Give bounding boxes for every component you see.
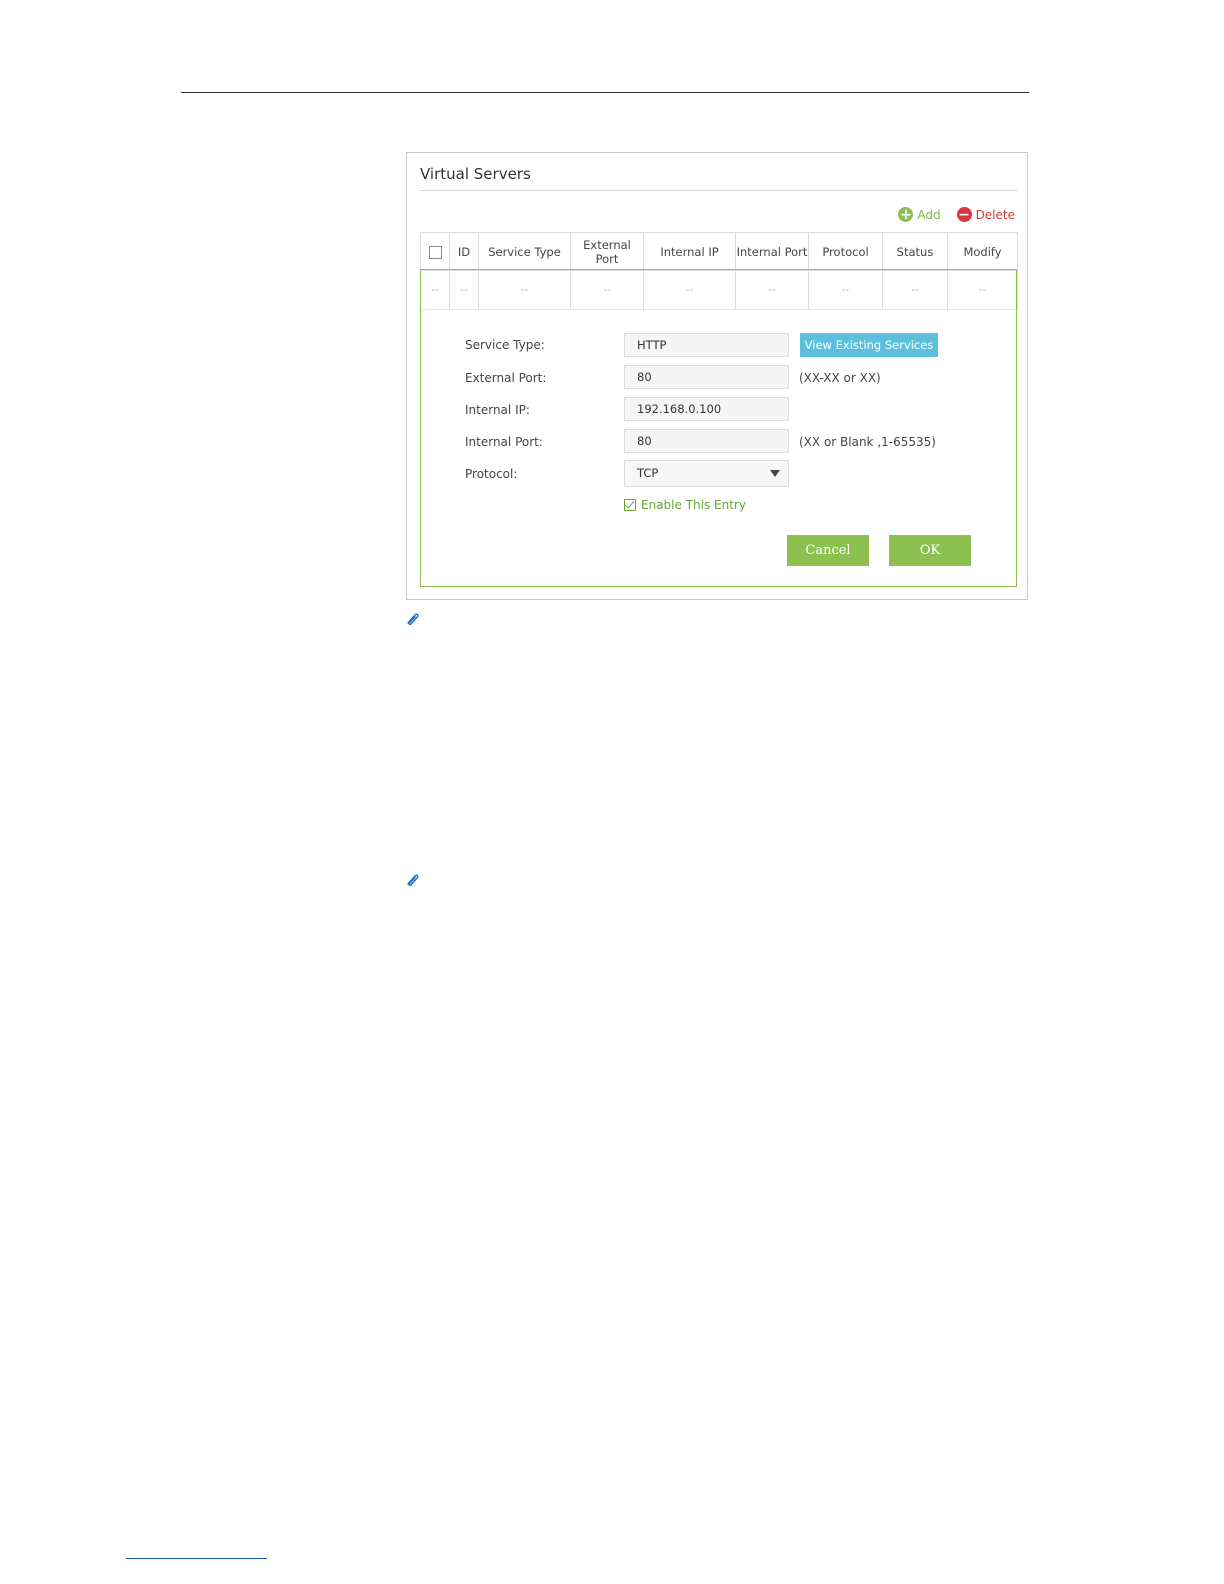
service-type-label: Service Type: [465,338,545,352]
internal-port-hint: (XX or Blank ,1-65535) [799,435,936,449]
external-port-label: External Port: [465,371,547,385]
protocol-select[interactable]: TCP [624,460,789,487]
checkbox-checked-icon [624,499,636,511]
paperclip-icon [407,613,419,626]
internal-port-field[interactable]: 80 [624,429,789,453]
chevron-down-icon [770,470,780,477]
edit-entry-form: Service Type: HTTP View Existing Service… [407,153,1027,599]
protocol-selected-value: TCP [637,466,659,480]
ok-button[interactable]: OK [889,535,971,566]
page-header-rule [181,92,1029,93]
enable-entry-checkbox[interactable]: Enable This Entry [624,498,746,512]
internal-ip-label: Internal IP: [465,403,530,417]
protocol-label: Protocol: [465,467,518,481]
virtual-servers-panel: Virtual Servers + Add − Delete ID Servic… [406,152,1028,600]
external-port-hint: (XX-XX or XX) [799,371,881,385]
external-port-field[interactable]: 80 [624,365,789,389]
internal-ip-field[interactable]: 192.168.0.100 [624,397,789,421]
view-existing-services-button[interactable]: View Existing Services [800,333,938,357]
cancel-button[interactable]: Cancel [787,535,869,566]
footer-link-underline[interactable] [126,1558,267,1559]
paperclip-icon [407,874,419,887]
internal-port-label: Internal Port: [465,435,543,449]
enable-entry-label: Enable This Entry [641,498,746,512]
service-type-field[interactable]: HTTP [624,333,789,357]
